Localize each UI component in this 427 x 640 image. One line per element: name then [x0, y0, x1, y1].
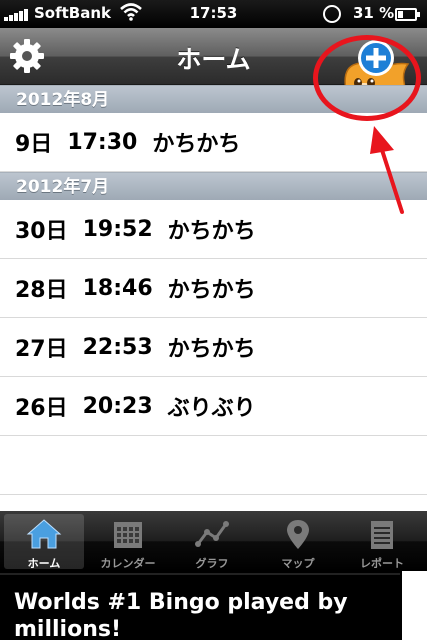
- entry-label: かちかち: [167, 219, 256, 244]
- tab-bar: ホーム カレンダー グラフ マップ レポート: [0, 511, 427, 571]
- battery-icon: [395, 8, 420, 21]
- empty-row: [0, 436, 427, 495]
- history-list: 2012年8月 9日 17:30 かちかち 2012年7月 30日 19:52 …: [0, 85, 427, 511]
- tab-label: グラフ: [195, 557, 229, 570]
- entry-label: かちかち: [167, 337, 256, 362]
- tab-report[interactable]: レポート: [342, 514, 422, 570]
- ad-text: Worlds #1 Bingo played by millions!: [0, 573, 400, 640]
- entry-label: かちかち: [167, 278, 256, 303]
- home-icon: [26, 519, 62, 549]
- tab-calendar[interactable]: カレンダー: [88, 514, 168, 570]
- entry-label: ぶりぶり: [167, 396, 256, 421]
- entry-time: 20:23: [82, 393, 153, 419]
- list-item[interactable]: 30日 19:52 かちかち: [0, 200, 427, 259]
- list-item[interactable]: 9日 17:30 かちかち: [0, 113, 427, 172]
- entry-day: 26日: [15, 396, 68, 421]
- graph-icon: [195, 521, 229, 547]
- section-header: 2012年8月: [0, 85, 427, 113]
- entry-day: 30日: [15, 219, 68, 244]
- navigation-bar: ホーム: [0, 28, 427, 108]
- map-pin-icon: [287, 520, 309, 549]
- entry-day: 27日: [15, 337, 68, 362]
- entry-time: 19:52: [82, 216, 153, 242]
- tab-home[interactable]: ホーム: [4, 514, 84, 570]
- report-icon: [371, 521, 393, 549]
- list-item[interactable]: 26日 20:23 ぶりぶり: [0, 377, 427, 436]
- calendar-icon: [114, 522, 142, 548]
- entry-day: 28日: [15, 278, 68, 303]
- tab-label: ホーム: [27, 557, 61, 570]
- ad-banner[interactable]: Worlds #1 Bingo played by millions!: [0, 571, 427, 640]
- entry-time: 18:46: [82, 275, 153, 301]
- section-header: 2012年7月: [0, 172, 427, 200]
- list-item[interactable]: 27日 22:53 かちかち: [0, 318, 427, 377]
- tab-label: カレンダー: [100, 557, 156, 570]
- tab-graph[interactable]: グラフ: [172, 514, 252, 570]
- battery-percent: 31 %: [353, 4, 395, 22]
- list-item[interactable]: 28日 18:46 かちかち: [0, 259, 427, 318]
- status-bar: SoftBank 17:53 31 %: [0, 0, 427, 28]
- rotation-lock-icon: [323, 5, 341, 23]
- entry-day: 9日: [15, 132, 53, 157]
- entry-time: 17:30: [67, 129, 138, 155]
- tab-label: レポート: [360, 557, 404, 570]
- entry-time: 22:53: [82, 334, 153, 360]
- tab-label: マップ: [281, 557, 315, 570]
- ad-side-strip: [402, 571, 427, 640]
- tab-map[interactable]: マップ: [258, 514, 338, 570]
- entry-label: かちかち: [152, 132, 241, 157]
